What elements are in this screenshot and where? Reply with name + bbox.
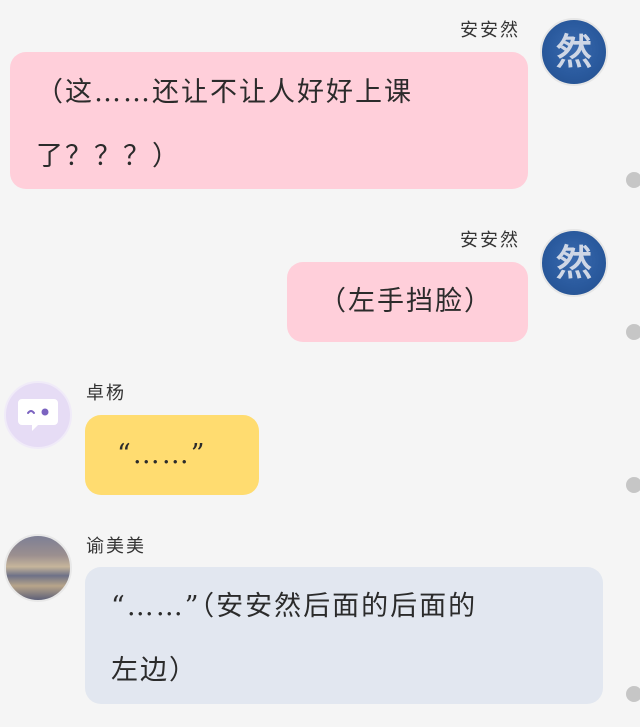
message-line: （左手挡脸） (319, 286, 493, 317)
scroll-indicator-dot (626, 686, 640, 702)
message-line: （这……还让不让人好好上课 (36, 77, 413, 108)
scroll-indicator-dot (626, 324, 640, 340)
scroll-indicator-dot (626, 172, 640, 188)
message-bubble[interactable]: “……”（安安然后面的后面的 左边） (85, 567, 603, 704)
message-bubble[interactable]: （这……还让不让人好好上课 了？？？） (10, 52, 528, 189)
avatar[interactable] (4, 534, 72, 602)
avatar-char: 然 (555, 242, 592, 284)
chat-bubble-icon (18, 399, 58, 431)
message-line: 左边） (111, 655, 198, 686)
avatar-char: 然 (555, 31, 592, 73)
message-line: “……”（安安然后面的后面的 (111, 591, 478, 622)
sender-name: 谕美美 (86, 536, 146, 557)
avatar[interactable] (4, 381, 72, 449)
message-line: 了？？？） (36, 141, 181, 172)
sender-name: 安安然 (460, 230, 520, 251)
sender-name: 安安然 (460, 20, 520, 41)
avatar[interactable]: 然 (540, 229, 608, 297)
scroll-indicator-dot (626, 477, 640, 493)
message-line: “……” (117, 439, 207, 470)
sender-name: 卓杨 (86, 383, 126, 404)
message-bubble[interactable]: （左手挡脸） (287, 262, 528, 342)
avatar[interactable]: 然 (540, 18, 608, 86)
message-bubble[interactable]: “……” (85, 415, 259, 495)
